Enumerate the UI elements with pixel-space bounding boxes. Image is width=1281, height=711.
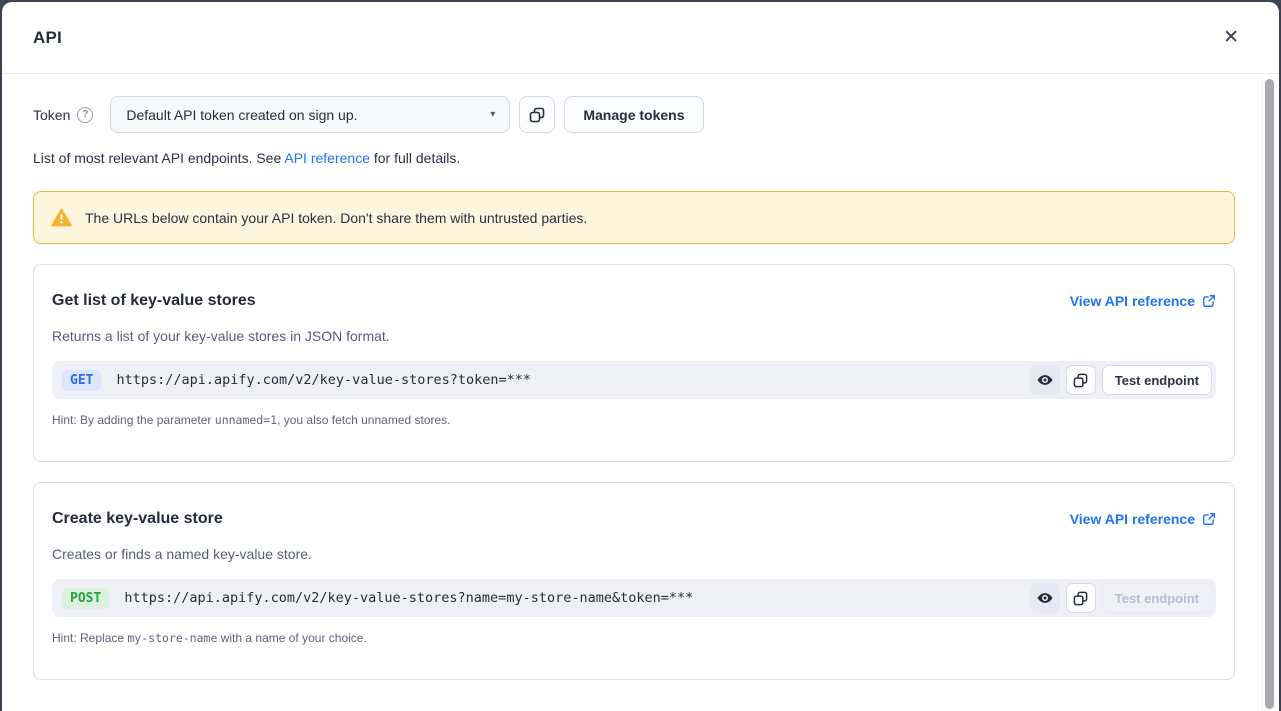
copy-icon (1073, 373, 1088, 388)
copy-url-button[interactable] (1066, 583, 1096, 613)
close-button[interactable]: ✕ (1219, 24, 1243, 51)
close-icon: ✕ (1223, 27, 1239, 48)
endpoint-url-row: GET https://api.apify.com/v2/key-value-s… (52, 361, 1216, 399)
reveal-token-button[interactable] (1030, 365, 1060, 395)
external-link-icon (1202, 294, 1216, 308)
test-endpoint-button[interactable]: Test endpoint (1102, 583, 1212, 613)
card-description: Creates or finds a named key-value store… (52, 546, 1216, 562)
warning-text: The URLs below contain your API token. D… (85, 210, 587, 226)
external-link-icon (1202, 512, 1216, 526)
api-reference-link[interactable]: API reference (284, 150, 370, 166)
eye-icon (1036, 371, 1054, 389)
scrollbar-track[interactable] (1262, 77, 1276, 711)
endpoint-card-create-store: Create key-value store View API referenc… (33, 482, 1235, 680)
test-endpoint-button[interactable]: Test endpoint (1102, 365, 1212, 395)
token-row: Token ? Default API token created on sig… (33, 96, 1235, 133)
card-description: Returns a list of your key-value stores … (52, 328, 1216, 344)
chevron-down-icon: ▾ (490, 109, 495, 120)
endpoint-card-get-list: Get list of key-value stores View API re… (33, 264, 1235, 462)
endpoint-url-row: POST https://api.apify.com/v2/key-value-… (52, 579, 1216, 617)
endpoint-url: https://api.apify.com/v2/key-value-store… (116, 372, 1029, 388)
copy-url-button[interactable] (1066, 365, 1096, 395)
copy-icon (1073, 591, 1088, 606)
endpoint-hint: Hint: By adding the parameter unnamed=1,… (52, 413, 1216, 427)
view-api-reference-link[interactable]: View API reference (1070, 293, 1216, 309)
intro-text: List of most relevant API endpoints. See… (33, 150, 1235, 166)
warning-icon (51, 208, 72, 227)
dialog-body: Token ? Default API token created on sig… (2, 74, 1279, 711)
dialog-title: API (33, 28, 62, 48)
scrollbar-thumb[interactable] (1265, 79, 1274, 709)
copy-token-button[interactable] (519, 96, 555, 133)
endpoint-hint: Hint: Replace my-store-name with a name … (52, 631, 1216, 645)
help-icon[interactable]: ? (77, 107, 93, 123)
manage-tokens-button[interactable]: Manage tokens (564, 96, 703, 133)
warning-banner: The URLs below contain your API token. D… (33, 191, 1235, 244)
token-select-value: Default API token created on sign up. (126, 107, 357, 123)
method-badge: GET (62, 370, 101, 391)
method-badge: POST (62, 588, 109, 609)
token-select[interactable]: Default API token created on sign up. ▾ (110, 96, 510, 133)
token-label: Token (33, 107, 70, 123)
card-title: Get list of key-value stores (52, 292, 256, 310)
endpoint-url: https://api.apify.com/v2/key-value-store… (124, 590, 1029, 606)
reveal-token-button[interactable] (1030, 583, 1060, 613)
copy-icon (529, 107, 545, 123)
api-dialog: API ✕ Token ? Default API token created … (2, 2, 1279, 711)
eye-icon (1036, 589, 1054, 607)
card-title: Create key-value store (52, 510, 223, 528)
view-api-reference-link[interactable]: View API reference (1070, 511, 1216, 527)
dialog-header: API ✕ (2, 2, 1279, 74)
